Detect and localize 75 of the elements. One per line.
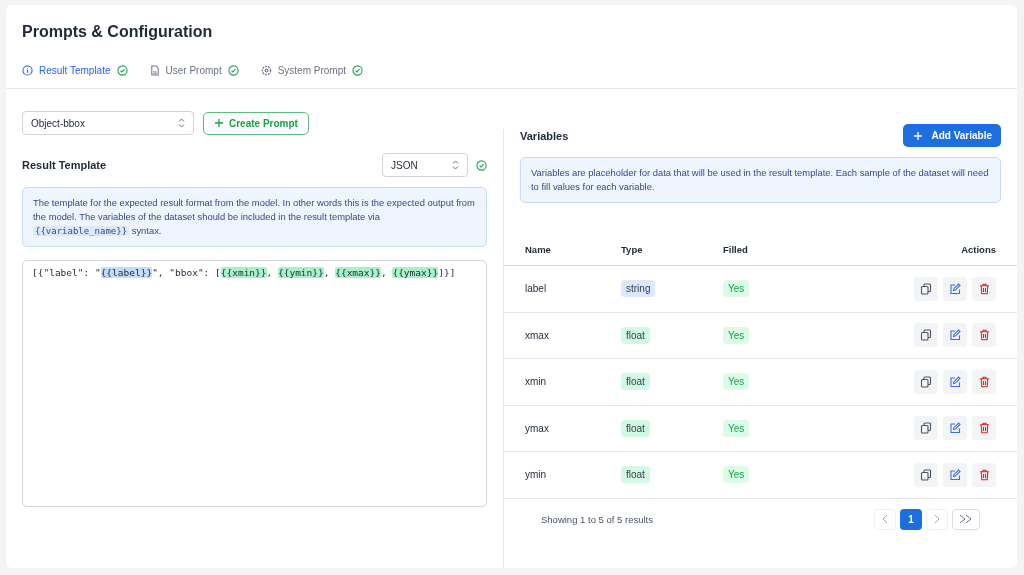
- edit-icon: [949, 468, 961, 481]
- prompt-select[interactable]: Object-bbox: [22, 111, 194, 135]
- document-icon: [149, 64, 160, 76]
- format-select[interactable]: JSON: [382, 153, 468, 177]
- copy-button[interactable]: [914, 462, 938, 487]
- filled-badge: Yes: [723, 373, 750, 391]
- column-header: Name: [525, 243, 552, 255]
- results-summary: Showing 1 to 5 of 5 results: [541, 513, 653, 525]
- copy-button[interactable]: [914, 276, 938, 301]
- edit-button[interactable]: [943, 462, 967, 487]
- create-prompt-button[interactable]: Create Prompt: [203, 111, 309, 135]
- column-header: Type: [621, 243, 644, 255]
- copy-icon: [920, 468, 932, 481]
- delete-button[interactable]: [972, 462, 996, 487]
- variable-name: label: [525, 283, 548, 295]
- edit-icon: [949, 422, 961, 435]
- variable-name: xmin: [525, 376, 548, 388]
- column-header: Filled: [723, 243, 749, 255]
- info-message: Variables are placeholder for data that will be used in the result template. Each sample of the dataset will need to fill values for each variable.: [520, 157, 1001, 203]
- trash-icon: [978, 375, 990, 388]
- edit-icon: [949, 329, 961, 342]
- filled-badge: Yes: [723, 280, 750, 298]
- copy-button[interactable]: [914, 416, 938, 441]
- page-title: Prompts & Configuration: [22, 23, 214, 41]
- trash-icon: [978, 329, 990, 342]
- variable-name: xmax: [525, 329, 550, 341]
- type-badge: float: [621, 373, 650, 391]
- edit-button[interactable]: [943, 416, 967, 441]
- column-header: Actions: [961, 243, 996, 255]
- plus-icon: [214, 118, 224, 128]
- copy-icon: [920, 422, 932, 435]
- gear-icon: [260, 64, 272, 76]
- trash-icon: [978, 422, 990, 435]
- type-badge: float: [621, 419, 650, 437]
- type-badge: float: [621, 326, 650, 344]
- copy-button[interactable]: [914, 369, 938, 394]
- edit-button[interactable]: [943, 323, 967, 348]
- type-badge: string: [621, 280, 656, 298]
- copy-icon: [920, 375, 932, 388]
- section-title: Variables: [520, 129, 569, 142]
- chevron-left-icon: [882, 514, 888, 524]
- last-page-button[interactable]: [952, 508, 980, 530]
- up-down-chevron-icon: [178, 118, 185, 128]
- double-chevron-right-icon: [959, 514, 973, 524]
- variable-name: ymin: [525, 469, 548, 481]
- copy-button[interactable]: [914, 323, 938, 348]
- tab[interactable]: Result Template: [22, 60, 128, 80]
- tab[interactable]: System Prompt: [260, 60, 363, 80]
- delete-button[interactable]: [972, 323, 996, 348]
- variable-name: ymax: [525, 422, 550, 434]
- plus-icon: [913, 130, 924, 141]
- section-title: Result Template: [22, 159, 107, 171]
- tab[interactable]: User Prompt: [149, 60, 239, 80]
- trash-icon: [978, 468, 990, 481]
- delete-button[interactable]: [972, 369, 996, 394]
- edit-icon: [949, 282, 961, 295]
- delete-button[interactable]: [972, 276, 996, 301]
- filled-badge: Yes: [723, 466, 750, 484]
- filled-badge: Yes: [723, 326, 750, 344]
- info-icon: [22, 64, 33, 76]
- delete-button[interactable]: [972, 416, 996, 441]
- page-button[interactable]: 1: [900, 508, 922, 530]
- chevron-right-icon: [934, 514, 940, 524]
- copy-icon: [920, 329, 932, 342]
- add-variable-button[interactable]: Add Variable: [903, 124, 1001, 147]
- type-badge: float: [621, 466, 650, 484]
- edit-button[interactable]: [943, 276, 967, 301]
- info-message: The template for the expected result format from the model. In other words this is the expected output from the model. The variables of the dataset should be included in the result template via {{variable_name}} syntax.: [22, 187, 487, 247]
- edit-button[interactable]: [943, 369, 967, 394]
- filled-badge: Yes: [723, 419, 750, 437]
- copy-icon: [920, 282, 932, 295]
- edit-icon: [949, 375, 961, 388]
- up-down-chevron-icon: [452, 160, 459, 170]
- trash-icon: [978, 282, 990, 295]
- template-editor[interactable]: [{"label": "{{label}}", "bbox": [{{xmin}}, {{ymin}}, {{xmax}}, {{ymax}}]}]: [22, 260, 487, 507]
